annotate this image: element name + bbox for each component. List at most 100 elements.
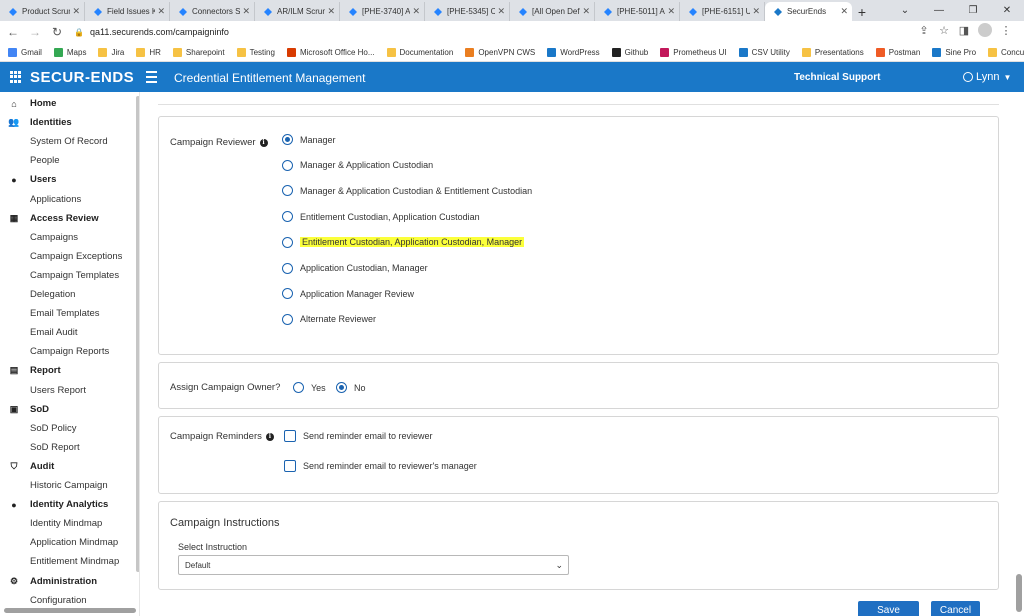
reviewer-radio-circle[interactable] [282, 185, 293, 197]
sidebar-item-campaign-templates[interactable]: Campaign Templates [0, 266, 136, 285]
close-tab-icon[interactable]: ✕ [667, 6, 675, 17]
reviewer-option-radio[interactable]: Alternate Reviewer [282, 313, 376, 325]
bookmark-item[interactable]: Microsoft Office Ho... [286, 47, 375, 57]
sidebar-item-people[interactable]: People [0, 151, 136, 170]
reviewer-radio-circle[interactable] [282, 313, 293, 325]
close-tab-icon[interactable]: ✕ [752, 6, 760, 17]
bookmark-item[interactable]: Postman [875, 47, 920, 57]
sidebar-item-entitlement-mindmap[interactable]: Entitlement Mindmap [0, 552, 136, 571]
reviewer-option-radio[interactable]: Entitlement Custodian, Application Custo… [282, 236, 525, 248]
info-icon[interactable]: i [265, 432, 274, 441]
reviewer-option-radio[interactable]: Entitlement Custodian, Application Custo… [282, 211, 480, 223]
reviewer-radio-circle[interactable] [282, 134, 293, 145]
close-tab-icon[interactable]: ✕ [582, 6, 590, 17]
reminder-manager-checkbox-box[interactable] [284, 460, 296, 472]
sidebar-item-identity-analytics[interactable]: ● Identity Analytics [0, 495, 136, 514]
browser-tab[interactable]: Product Scrum ✕ [0, 2, 85, 21]
share-icon[interactable]: ⇪ [914, 24, 934, 37]
bookmark-item[interactable]: Jira [98, 47, 124, 57]
bookmark-item[interactable]: Gmail [8, 47, 42, 57]
bookmark-item[interactable]: Maps [53, 47, 86, 57]
bookmark-item[interactable]: HR [136, 47, 161, 57]
bookmark-item[interactable]: OpenVPN CWS [465, 47, 535, 57]
sidebar-item-sod-policy[interactable]: SoD Policy [0, 419, 136, 438]
sidebar-item-delegation[interactable]: Delegation [0, 285, 136, 304]
sidebar-item-audit[interactable]: ⛉ Audit [0, 457, 136, 476]
sidebar-item-sod-report[interactable]: SoD Report [0, 438, 136, 457]
sidebar-item-campaign-reports[interactable]: Campaign Reports [0, 342, 136, 361]
bookmark-item[interactable]: Sharepoint [172, 47, 225, 57]
reviewer-radio-circle[interactable] [282, 236, 293, 248]
reviewer-radio-circle[interactable] [282, 262, 293, 274]
sidebar-item-applications[interactable]: Applications [0, 190, 136, 209]
reviewer-option-radio[interactable]: Application Custodian, Manager [282, 262, 428, 274]
bookmark-item[interactable]: Prometheus UI [660, 47, 727, 57]
user-menu[interactable]: Lynn ▼ [963, 71, 1011, 83]
close-tab-icon[interactable]: ✕ [157, 6, 165, 17]
bookmark-item[interactable]: CSV Utility [738, 47, 790, 57]
technical-support-link[interactable]: Technical Support [794, 72, 881, 83]
browser-menu-icon[interactable]: ⋮ [996, 24, 1016, 37]
bookmark-star-icon[interactable]: ☆ [934, 24, 954, 37]
hamburger-menu-icon[interactable] [146, 71, 157, 86]
info-icon[interactable]: i [259, 138, 268, 147]
sidebar-item-administration[interactable]: ⚙ Administration [0, 572, 136, 591]
apps-grid-icon[interactable] [10, 71, 22, 83]
sidebar-item-email-audit[interactable]: Email Audit [0, 323, 136, 342]
browser-tab[interactable]: Connectors Sc ✕ [170, 2, 255, 21]
minimize-icon[interactable]: — [922, 0, 956, 21]
bookmark-item[interactable]: WordPress [547, 47, 600, 57]
sidebar-item-identities[interactable]: 👥 Identities [0, 113, 136, 132]
owner-no-radio[interactable]: No [336, 382, 366, 393]
reviewer-radio-circle[interactable] [282, 288, 293, 300]
browser-tab[interactable]: SecurEnds ✕ [765, 2, 852, 21]
sidebar-item-identity-mindmap[interactable]: Identity Mindmap [0, 514, 136, 533]
side-panel-icon[interactable]: ◨ [954, 24, 974, 37]
page-scrollbar[interactable] [1016, 574, 1022, 612]
sidebar-item-report[interactable]: ▤ Report [0, 361, 136, 380]
browser-tab[interactable]: [PHE-5011] Ac ✕ [595, 2, 680, 21]
bookmark-item[interactable]: Github [611, 47, 648, 57]
sidebar-item-campaign-exceptions[interactable]: Campaign Exceptions [0, 247, 136, 266]
bookmark-item[interactable]: Concur [988, 47, 1024, 57]
reminder-reviewer-checkbox-box[interactable] [284, 430, 296, 442]
reminder-reviewer-checkbox[interactable]: Send reminder email to reviewer [284, 430, 433, 442]
bookmark-item[interactable]: Documentation [386, 47, 453, 57]
browser-tab[interactable]: AR/ILM Scrum ✕ [255, 2, 340, 21]
sidebar-item-campaigns[interactable]: Campaigns [0, 228, 136, 247]
new-tab-icon[interactable]: + [852, 2, 872, 21]
owner-yes-radio-circle[interactable] [293, 382, 304, 393]
close-tab-icon[interactable]: ✕ [242, 6, 250, 17]
instruction-select[interactable]: Default ⌄ [178, 555, 569, 575]
browser-tab[interactable]: [PHE-5345] Ca ✕ [425, 2, 510, 21]
sidebar-item-sod[interactable]: ▣ SoD [0, 400, 136, 419]
close-tab-icon[interactable]: ✕ [840, 6, 848, 17]
url-input[interactable]: 🔒 qa11.securends.com/campaigninfo [74, 23, 964, 41]
close-window-icon[interactable]: ✕ [990, 0, 1024, 21]
reviewer-option-radio[interactable]: Manager [282, 134, 336, 145]
back-icon[interactable]: ← [4, 23, 22, 41]
sidebar-item-home[interactable]: ⌂ Home [0, 94, 136, 113]
close-tab-icon[interactable]: ✕ [497, 6, 505, 17]
forward-icon[interactable]: → [26, 23, 44, 41]
browser-tab[interactable]: [All Open Defe ✕ [510, 2, 595, 21]
bookmark-item[interactable]: Testing [236, 47, 275, 57]
brand-logo[interactable]: SECUR-ENDS [30, 69, 134, 86]
reminder-manager-checkbox[interactable]: Send reminder email to reviewer's manage… [284, 460, 477, 472]
close-tab-icon[interactable]: ✕ [412, 6, 420, 17]
browser-tab[interactable]: Field Issues Ka✕ [85, 2, 170, 21]
bookmark-item[interactable]: Sine Pro [932, 47, 976, 57]
reviewer-option-radio[interactable]: Manager & Application Custodian & Entitl… [282, 185, 532, 197]
owner-yes-radio[interactable]: Yes [293, 382, 326, 393]
save-button[interactable]: Save [858, 601, 919, 616]
sidebar-scrollbar[interactable] [136, 96, 139, 572]
profile-avatar[interactable] [978, 23, 992, 37]
sidebar-item-access-review[interactable]: ▦ Access Review [0, 209, 136, 228]
bookmark-item[interactable]: Presentations [801, 47, 864, 57]
sidebar-item-configuration[interactable]: Configuration [0, 591, 136, 610]
reviewer-radio-circle[interactable] [282, 211, 293, 223]
owner-no-radio-circle[interactable] [336, 382, 347, 393]
sidebar-item-users[interactable]: ● Users [0, 170, 136, 189]
close-tab-icon[interactable]: ✕ [72, 6, 80, 17]
cancel-button[interactable]: Cancel [931, 601, 980, 616]
